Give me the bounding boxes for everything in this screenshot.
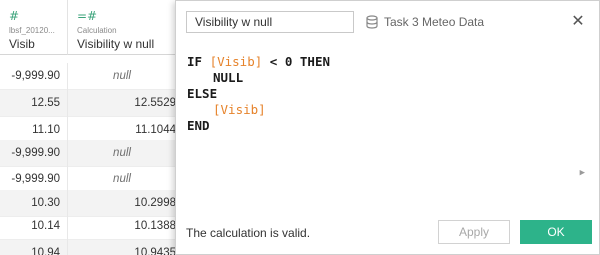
table-cell: 10.9435 [134,247,176,255]
column-name: Visib [9,37,35,51]
column-header-visib[interactable]: # lbsf_20120... Visib [0,0,68,55]
table-cell: 10.1388 [134,220,176,232]
keyword-end: END [187,118,210,133]
column-header-visibility-w-null[interactable]: =# Calculation Visibility w null [68,0,185,55]
keyword-else: ELSE [187,86,218,101]
keyword-null: NULL [213,70,244,85]
calculation-name-input[interactable] [186,11,354,33]
table-cell: 10.94 [0,240,68,255]
table-row: 10.94 10.9435 [0,240,185,255]
table-cell: 12.5529 [134,97,176,109]
datasource-label: Task 3 Meteo Data [366,11,484,33]
column-source-label: Calculation [77,26,117,35]
number-type-icon: # [9,9,20,23]
column-source-label: lbsf_20120... [9,26,55,35]
validation-status: The calculation is valid. [186,226,311,240]
database-icon [366,15,378,29]
ok-button[interactable]: OK [520,220,592,244]
table-cell: 10.14 [0,213,68,240]
data-grid: # lbsf_20120... Visib =# Calculation Vis… [0,0,185,255]
field-reference: [Visib] [213,102,266,117]
table-cell: null [113,70,131,82]
table-cell: null [113,173,131,185]
field-reference: [Visib] [209,54,263,69]
calculation-dialog: Task 3 Meteo Data ✕ IF [Visib] < 0 THEN … [175,0,600,255]
table-cell: -9,999.90 [0,140,68,167]
table-row: -9,999.90 null [0,166,185,193]
table-row: -9,999.90 null [0,63,185,90]
expand-arrow-icon[interactable]: ▶ [580,166,585,182]
formula-editor[interactable]: IF [Visib] < 0 THEN NULL ELSE [Visib] EN… [177,43,587,208]
column-name: Visibility w null [77,37,155,51]
keyword-if: IF [187,54,210,69]
table-row: 10.14 10.1388 [0,213,185,240]
table-cell: -9,999.90 [0,166,68,193]
calculated-number-type-icon: =# [77,9,98,23]
app-root: # lbsf_20120... Visib =# Calculation Vis… [0,0,600,255]
table-cell: 12.55 [0,90,68,117]
datasource-name: Task 3 Meteo Data [384,15,485,29]
close-icon[interactable]: ✕ [567,11,589,33]
table-row: -9,999.90 null [0,140,185,167]
table-cell: null [113,147,131,159]
table-cell: -9,999.90 [0,63,68,90]
table-row: 12.55 12.5529 [0,90,185,117]
apply-button[interactable]: Apply [438,220,510,244]
comparison-then: < 0 THEN [262,54,330,69]
